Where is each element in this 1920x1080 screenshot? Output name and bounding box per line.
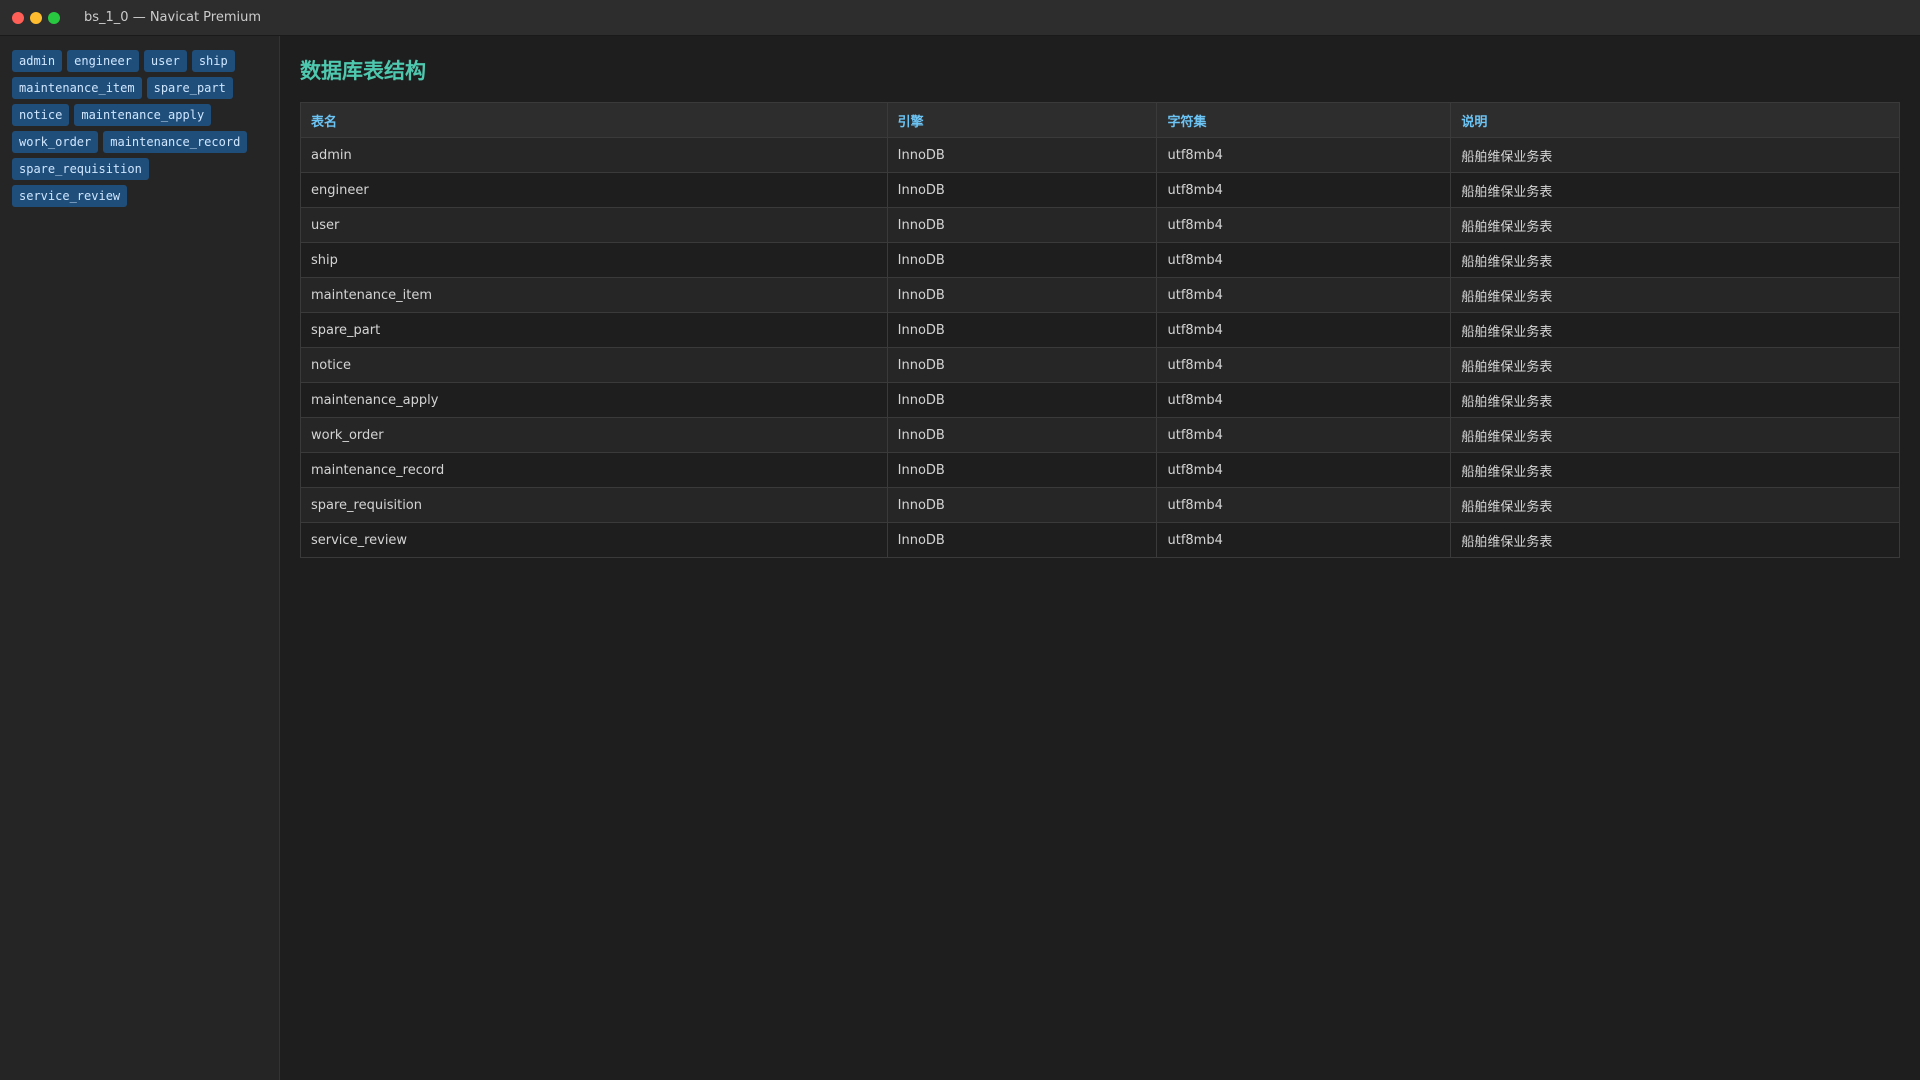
table-row[interactable]: ship InnoDB utf8mb4 船舶维保业务表 xyxy=(300,242,1900,278)
page-title: 数据库表结构 xyxy=(300,59,426,83)
cell-table-name: maintenance_record xyxy=(300,452,888,488)
cell-charset: utf8mb4 xyxy=(1156,452,1452,488)
table-row[interactable]: service_review InnoDB utf8mb4 船舶维保业务表 xyxy=(300,522,1900,558)
cell-description: 船舶维保业务表 xyxy=(1450,347,1900,383)
zoom-window-button[interactable] xyxy=(48,11,60,24)
cell-engine: InnoDB xyxy=(886,137,1158,173)
table-tag-list: admin engineer user ship maintenance_ite… xyxy=(12,50,267,207)
table-row[interactable]: spare_requisition InnoDB utf8mb4 船舶维保业务表 xyxy=(300,487,1900,523)
cell-charset: utf8mb4 xyxy=(1156,417,1452,453)
table-tag[interactable]: spare_requisition xyxy=(12,158,149,180)
cell-description: 船舶维保业务表 xyxy=(1450,242,1900,278)
cell-table-name: maintenance_apply xyxy=(300,382,888,418)
cell-engine: InnoDB xyxy=(886,172,1158,208)
cell-table-name: engineer xyxy=(300,172,888,208)
table-tag[interactable]: admin xyxy=(12,50,63,72)
cell-description: 船舶维保业务表 xyxy=(1450,452,1900,488)
cell-engine: InnoDB xyxy=(886,207,1158,243)
cell-engine: InnoDB xyxy=(886,277,1158,313)
cell-charset: utf8mb4 xyxy=(1156,137,1452,173)
column-header-description[interactable]: 说明 xyxy=(1450,102,1900,138)
cell-engine: InnoDB xyxy=(886,487,1158,523)
window-title: bs_1_0 — Navicat Premium xyxy=(84,10,262,25)
cell-charset: utf8mb4 xyxy=(1156,277,1452,313)
cell-description: 船舶维保业务表 xyxy=(1450,312,1900,348)
title-bar: bs_1_0 — Navicat Premium xyxy=(0,0,1920,36)
cell-charset: utf8mb4 xyxy=(1156,207,1452,243)
cell-charset: utf8mb4 xyxy=(1156,522,1452,558)
sidebar: admin engineer user ship maintenance_ite… xyxy=(0,36,280,1080)
cell-charset: utf8mb4 xyxy=(1156,347,1452,383)
table-tag[interactable]: spare_part xyxy=(146,77,233,99)
cell-engine: InnoDB xyxy=(886,242,1158,278)
table-tag[interactable]: work_order xyxy=(12,131,99,153)
cell-description: 船舶维保业务表 xyxy=(1450,522,1900,558)
cell-charset: utf8mb4 xyxy=(1156,312,1452,348)
cell-description: 船舶维保业务表 xyxy=(1450,207,1900,243)
table-tag[interactable]: maintenance_record xyxy=(103,131,248,153)
cell-table-name: admin xyxy=(300,137,888,173)
cell-engine: InnoDB xyxy=(886,312,1158,348)
table-header-row: 表名 引擎 字符集 说明 xyxy=(300,102,1900,138)
cell-table-name: spare_requisition xyxy=(300,487,888,523)
table-row[interactable]: maintenance_apply InnoDB utf8mb4 船舶维保业务表 xyxy=(300,382,1900,418)
table-tag[interactable]: ship xyxy=(191,50,235,72)
cell-description: 船舶维保业务表 xyxy=(1450,487,1900,523)
table-row[interactable]: admin InnoDB utf8mb4 船舶维保业务表 xyxy=(300,137,1900,173)
cell-description: 船舶维保业务表 xyxy=(1450,382,1900,418)
cell-description: 船舶维保业务表 xyxy=(1450,417,1900,453)
cell-engine: InnoDB xyxy=(886,382,1158,418)
cell-engine: InnoDB xyxy=(886,347,1158,383)
window-controls xyxy=(12,11,60,24)
close-window-button[interactable] xyxy=(12,11,24,24)
table-row[interactable]: spare_part InnoDB utf8mb4 船舶维保业务表 xyxy=(300,312,1900,348)
table-tag[interactable]: user xyxy=(143,50,187,72)
column-header-charset[interactable]: 字符集 xyxy=(1156,102,1452,138)
main-content: 数据库表结构 表名 引擎 字符集 说明 admin InnoDB utf8mb4… xyxy=(300,36,1900,558)
cell-table-name: spare_part xyxy=(300,312,888,348)
table-tag[interactable]: engineer xyxy=(67,50,139,72)
table-tag[interactable]: maintenance_apply xyxy=(74,104,212,126)
cell-table-name: user xyxy=(300,207,888,243)
cell-engine: InnoDB xyxy=(886,522,1158,558)
cell-charset: utf8mb4 xyxy=(1156,382,1452,418)
cell-charset: utf8mb4 xyxy=(1156,242,1452,278)
cell-charset: utf8mb4 xyxy=(1156,172,1452,208)
table-row[interactable]: engineer InnoDB utf8mb4 船舶维保业务表 xyxy=(300,172,1900,208)
cell-table-name: work_order xyxy=(300,417,888,453)
table-row[interactable]: work_order InnoDB utf8mb4 船舶维保业务表 xyxy=(300,417,1900,453)
column-header-engine[interactable]: 引擎 xyxy=(886,102,1158,138)
minimize-window-button[interactable] xyxy=(30,11,42,24)
cell-engine: InnoDB xyxy=(886,452,1158,488)
table-row[interactable]: notice InnoDB utf8mb4 船舶维保业务表 xyxy=(300,347,1900,383)
cell-engine: InnoDB xyxy=(886,417,1158,453)
table-row[interactable]: user InnoDB utf8mb4 船舶维保业务表 xyxy=(300,207,1900,243)
cell-table-name: ship xyxy=(300,242,888,278)
cell-description: 船舶维保业务表 xyxy=(1450,137,1900,173)
table-row[interactable]: maintenance_record InnoDB utf8mb4 船舶维保业务… xyxy=(300,452,1900,488)
cell-table-name: maintenance_item xyxy=(300,277,888,313)
table-structure-grid: 表名 引擎 字符集 说明 admin InnoDB utf8mb4 船舶维保业务… xyxy=(300,102,1900,558)
table-tag[interactable]: maintenance_item xyxy=(12,77,142,99)
column-header-table-name[interactable]: 表名 xyxy=(300,102,888,138)
cell-description: 船舶维保业务表 xyxy=(1450,277,1900,313)
cell-table-name: service_review xyxy=(300,522,888,558)
cell-description: 船舶维保业务表 xyxy=(1450,172,1900,208)
table-row[interactable]: maintenance_item InnoDB utf8mb4 船舶维保业务表 xyxy=(300,277,1900,313)
table-tag[interactable]: notice xyxy=(12,104,70,126)
cell-table-name: notice xyxy=(300,347,888,383)
table-tag[interactable]: service_review xyxy=(12,185,128,207)
cell-charset: utf8mb4 xyxy=(1156,487,1452,523)
